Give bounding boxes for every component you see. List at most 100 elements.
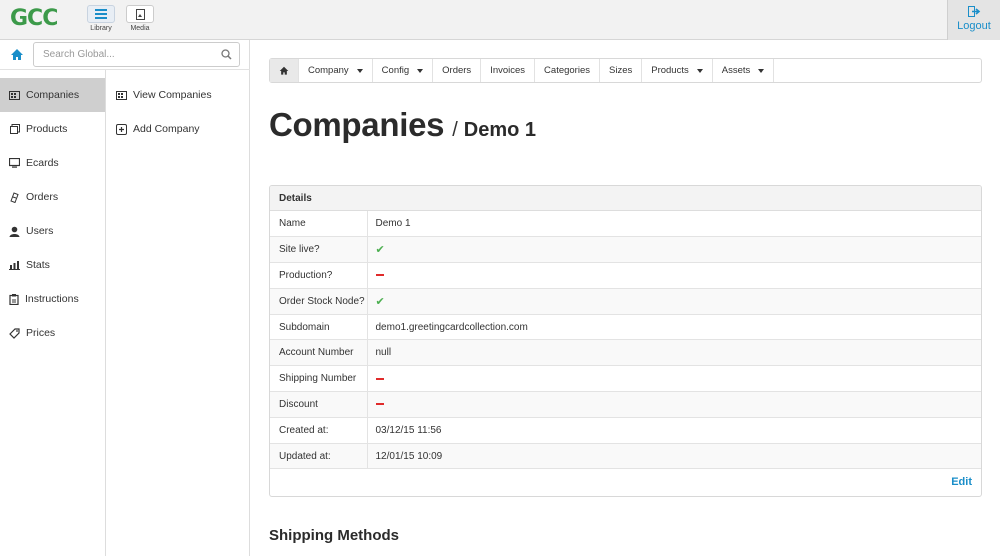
top-bar: GCC Library Media Logout	[0, 0, 1000, 40]
row-key: Account Number	[270, 339, 368, 367]
details-table: Name Demo 1 Site live? ✔ Production? Order…	[270, 211, 981, 470]
row-key: Name	[270, 211, 368, 238]
library-button[interactable]: Library	[86, 5, 116, 35]
list-icon	[95, 9, 107, 19]
edit-link[interactable]: Edit	[951, 476, 972, 488]
table-row: Name Demo 1	[270, 211, 981, 238]
sidebar-item-companies[interactable]: Companies	[0, 78, 105, 112]
document-icon	[9, 293, 19, 305]
clipboard-icon	[10, 191, 19, 203]
gcc-logo[interactable]: GCC	[10, 7, 58, 31]
row-key: Order Stock Node?	[270, 288, 368, 315]
subnav-item-label: Add Company	[133, 123, 200, 135]
table-row: Account Number null	[270, 339, 981, 367]
sidebar-item-users[interactable]: Users	[0, 214, 105, 248]
sidebar-item-label: Stats	[26, 259, 50, 271]
tab-sizes[interactable]: Sizes	[600, 59, 643, 82]
left-panel: Companies Products Ecards Orders Users S…	[0, 40, 250, 556]
tab-invoices[interactable]: Invoices	[481, 59, 536, 82]
check-icon: ✔	[375, 295, 385, 308]
sidebar-item-products[interactable]: Products	[0, 112, 105, 146]
sidebar-item-ecards[interactable]: Ecards	[0, 146, 105, 180]
bar-chart-icon	[9, 261, 20, 270]
building-icon	[9, 91, 20, 100]
tab-company[interactable]: Company	[299, 59, 373, 82]
table-row: Order Stock Node? ✔	[270, 288, 981, 315]
sidebar-item-stats[interactable]: Stats	[0, 248, 105, 282]
table-row: Production?	[270, 262, 981, 289]
sign-out-icon	[967, 6, 980, 17]
details-panel: Details Name Demo 1 Site live? ✔ Productio…	[269, 185, 982, 497]
tab-orders[interactable]: Orders	[433, 59, 482, 82]
subnav-item-view-companies[interactable]: View Companies	[106, 78, 250, 112]
sidebar-item-label: Orders	[26, 191, 59, 203]
tab-home[interactable]	[270, 59, 299, 82]
search-input[interactable]	[34, 43, 209, 66]
tab-categories[interactable]: Categories	[535, 59, 600, 82]
tab-assets[interactable]: Assets	[713, 59, 775, 82]
logout-button[interactable]: Logout	[947, 0, 1000, 40]
sidebar-item-label: Instructions	[25, 293, 79, 305]
minus-icon	[375, 403, 384, 406]
global-search	[33, 42, 240, 67]
row-value: null	[367, 339, 981, 367]
subnav-item-add-company[interactable]: Add Company	[106, 112, 250, 146]
tab-config[interactable]: Config	[373, 59, 434, 82]
tab-label: Config	[381, 65, 410, 76]
tab-label: Assets	[721, 65, 751, 76]
details-heading: Details	[270, 186, 981, 211]
sidebar-item-label: Products	[26, 123, 68, 135]
page-title: Companies / Demo 1	[269, 106, 536, 144]
sub-nav: View Companies Add Company	[106, 70, 250, 146]
sidebar-item-label: Users	[26, 225, 54, 237]
table-row: Site live? ✔	[270, 236, 981, 264]
sidebar-item-label: Ecards	[26, 157, 59, 169]
page-title-main: Companies	[269, 106, 445, 143]
sidebar-item-instructions[interactable]: Instructions	[0, 282, 105, 316]
row-key: Site live?	[270, 236, 368, 264]
monitor-icon	[9, 158, 20, 168]
tab-label: Sizes	[609, 65, 633, 76]
main-content: Company Config Orders Invoices Categorie…	[251, 40, 1000, 556]
minus-icon	[375, 377, 384, 380]
check-icon: ✔	[375, 244, 385, 257]
caret-down-icon	[417, 68, 424, 73]
row-key: Created at:	[270, 417, 368, 444]
table-row: Subdomain demo1.greetingcardcollection.co…	[270, 314, 981, 341]
sidebar-nav: Companies Products Ecards Orders Users S…	[0, 70, 106, 556]
subnav-item-label: View Companies	[133, 89, 212, 101]
price-tag-icon	[9, 327, 20, 339]
minus-icon	[375, 274, 384, 277]
row-value: Demo 1	[367, 211, 981, 238]
search-icon[interactable]	[221, 49, 232, 60]
tab-label: Products	[651, 65, 689, 76]
sidebar-item-prices[interactable]: Prices	[0, 316, 105, 350]
sidebar-item-label: Prices	[26, 327, 56, 339]
home-icon	[279, 66, 289, 75]
media-button[interactable]: Media	[125, 5, 155, 35]
tab-label: Categories	[544, 65, 590, 76]
tab-bar: Company Config Orders Invoices Categorie…	[269, 58, 982, 83]
title-separator: /	[452, 119, 458, 141]
tag-icon	[10, 124, 20, 134]
row-value: demo1.greetingcardcollection.com	[367, 314, 981, 341]
library-label: Library	[90, 25, 112, 32]
page-subtitle: Demo 1	[463, 119, 536, 141]
search-row	[0, 40, 250, 70]
row-value: 12/01/15 10:09	[367, 443, 981, 470]
row-key: Production?	[270, 262, 368, 289]
tab-products[interactable]: Products	[642, 59, 713, 82]
home-icon[interactable]	[10, 48, 24, 62]
building-icon	[116, 91, 127, 100]
table-row: Updated at: 12/01/15 10:09	[270, 443, 981, 470]
tab-label: Orders	[442, 65, 472, 76]
image-icon	[135, 8, 145, 20]
row-key: Subdomain	[270, 314, 368, 341]
sidebar-item-orders[interactable]: Orders	[0, 180, 105, 214]
caret-down-icon	[356, 68, 363, 73]
tab-label: Company	[308, 65, 349, 76]
row-value: 03/12/15 11:56	[367, 417, 981, 444]
logout-label: Logout	[957, 20, 991, 32]
row-key: Updated at:	[270, 443, 368, 470]
sidebar-item-label: Companies	[26, 89, 80, 101]
